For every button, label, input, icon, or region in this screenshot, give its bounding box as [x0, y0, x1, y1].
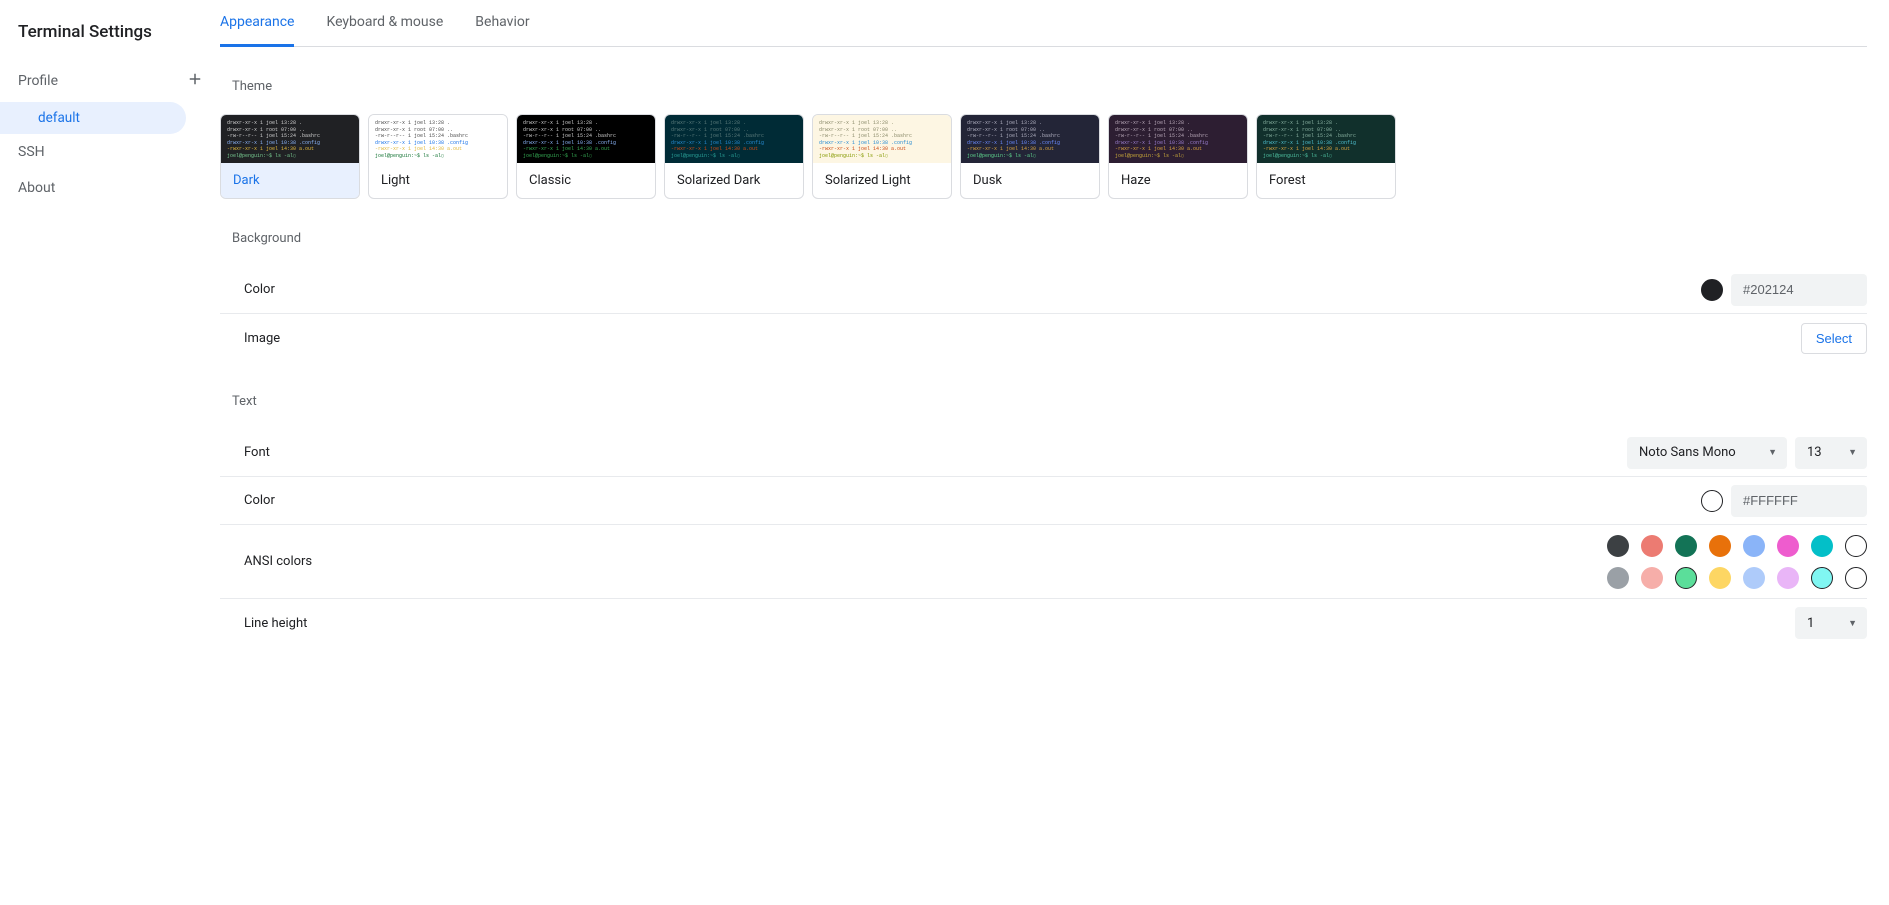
ansi-color-swatch[interactable]	[1607, 567, 1629, 589]
text-settings: Font Noto Sans Mono ▼ 13 ▼ Color	[220, 429, 1867, 647]
ansi-color-swatch[interactable]	[1845, 567, 1867, 589]
tab-keyboard-mouse[interactable]: Keyboard & mouse	[326, 14, 443, 47]
theme-card-dark[interactable]: drwxr-xr-x 1 joel 13:28 .drwxr-xr-x 1 ro…	[220, 114, 360, 199]
chevron-down-icon: ▼	[1848, 447, 1857, 458]
ansi-color-grid	[1607, 535, 1867, 589]
ansi-color-swatch[interactable]	[1777, 567, 1799, 589]
ansi-color-swatch[interactable]	[1743, 567, 1765, 589]
select-value: Noto Sans Mono	[1639, 445, 1736, 460]
row-background-image: Image Select	[220, 314, 1867, 362]
theme-preview: drwxr-xr-x 1 joel 13:28 .drwxr-xr-x 1 ro…	[665, 115, 803, 163]
ansi-color-swatch[interactable]	[1709, 567, 1731, 589]
theme-preview: drwxr-xr-x 1 joel 13:28 .drwxr-xr-x 1 ro…	[1257, 115, 1395, 163]
theme-card-dusk[interactable]: drwxr-xr-x 1 joel 13:28 .drwxr-xr-x 1 ro…	[960, 114, 1100, 199]
theme-label: Classic	[517, 163, 655, 198]
row-background-color: Color	[220, 266, 1867, 314]
theme-label: Haze	[1109, 163, 1247, 198]
background-color-input[interactable]	[1731, 274, 1867, 306]
sidebar-item-label: Profile	[18, 73, 58, 89]
main-panel: Appearance Keyboard & mouse Behavior The…	[220, 0, 1889, 647]
sidebar-item-about[interactable]: About	[0, 170, 220, 206]
theme-label: Forest	[1257, 163, 1395, 198]
row-label: ANSI colors	[244, 554, 312, 569]
row-text-color: Color	[220, 477, 1867, 525]
theme-preview: drwxr-xr-x 1 joel 13:28 .drwxr-xr-x 1 ro…	[369, 115, 507, 163]
sidebar-item-label: About	[18, 180, 55, 196]
select-value: 13	[1807, 445, 1822, 460]
ansi-color-swatch[interactable]	[1607, 535, 1629, 557]
sidebar-item-label: SSH	[18, 144, 45, 160]
ansi-color-swatch[interactable]	[1675, 567, 1697, 589]
theme-card-forest[interactable]: drwxr-xr-x 1 joel 13:28 .drwxr-xr-x 1 ro…	[1256, 114, 1396, 199]
theme-grid: drwxr-xr-x 1 joel 13:28 .drwxr-xr-x 1 ro…	[220, 114, 1867, 199]
row-label: Color	[244, 493, 275, 508]
ansi-color-swatch[interactable]	[1641, 567, 1663, 589]
theme-label: Light	[369, 163, 507, 198]
row-ansi-colors: ANSI colors	[220, 525, 1867, 599]
row-label: Line height	[244, 616, 307, 631]
theme-card-classic[interactable]: drwxr-xr-x 1 joel 13:28 .drwxr-xr-x 1 ro…	[516, 114, 656, 199]
sidebar-subitem-default[interactable]: default	[0, 102, 186, 134]
background-settings: Color Image Select	[220, 266, 1867, 362]
tabs: Appearance Keyboard & mouse Behavior	[220, 0, 1867, 47]
section-title-text: Text	[232, 394, 1867, 409]
theme-preview: drwxr-xr-x 1 joel 13:28 .drwxr-xr-x 1 ro…	[813, 115, 951, 163]
chevron-down-icon: ▼	[1848, 618, 1857, 629]
ansi-color-swatch[interactable]	[1675, 535, 1697, 557]
plus-icon[interactable]	[186, 70, 204, 92]
background-color-swatch[interactable]	[1701, 279, 1723, 301]
sidebar-item-label: default	[38, 110, 80, 126]
ansi-row	[1607, 567, 1867, 589]
theme-preview: drwxr-xr-x 1 joel 13:28 .drwxr-xr-x 1 ro…	[517, 115, 655, 163]
row-label: Font	[244, 445, 270, 460]
tab-behavior[interactable]: Behavior	[475, 14, 529, 47]
ansi-color-swatch[interactable]	[1709, 535, 1731, 557]
font-family-select[interactable]: Noto Sans Mono ▼	[1627, 437, 1787, 469]
text-color-input[interactable]	[1731, 485, 1867, 517]
sidebar-item-ssh[interactable]: SSH	[0, 134, 220, 170]
ansi-row	[1607, 535, 1867, 557]
ansi-color-swatch[interactable]	[1811, 535, 1833, 557]
select-image-button[interactable]: Select	[1801, 323, 1867, 354]
ansi-color-swatch[interactable]	[1845, 535, 1867, 557]
row-font: Font Noto Sans Mono ▼ 13 ▼	[220, 429, 1867, 477]
select-value: 1	[1807, 616, 1814, 631]
theme-label: Dusk	[961, 163, 1099, 198]
row-label: Image	[244, 331, 280, 346]
ansi-color-swatch[interactable]	[1811, 567, 1833, 589]
theme-preview: drwxr-xr-x 1 joel 13:28 .drwxr-xr-x 1 ro…	[961, 115, 1099, 163]
tab-appearance[interactable]: Appearance	[220, 14, 294, 47]
theme-card-solarized-light[interactable]: drwxr-xr-x 1 joel 13:28 .drwxr-xr-x 1 ro…	[812, 114, 952, 199]
theme-card-light[interactable]: drwxr-xr-x 1 joel 13:28 .drwxr-xr-x 1 ro…	[368, 114, 508, 199]
font-size-select[interactable]: 13 ▼	[1795, 437, 1867, 469]
section-title-background: Background	[232, 231, 1867, 246]
ansi-color-swatch[interactable]	[1743, 535, 1765, 557]
line-height-select[interactable]: 1 ▼	[1795, 607, 1867, 639]
ansi-color-swatch[interactable]	[1777, 535, 1799, 557]
theme-preview: drwxr-xr-x 1 joel 13:28 .drwxr-xr-x 1 ro…	[221, 115, 359, 163]
text-color-swatch[interactable]	[1701, 490, 1723, 512]
row-line-height: Line height 1 ▼	[220, 599, 1867, 647]
theme-label: Solarized Light	[813, 163, 951, 198]
theme-card-haze[interactable]: drwxr-xr-x 1 joel 13:28 .drwxr-xr-x 1 ro…	[1108, 114, 1248, 199]
ansi-color-swatch[interactable]	[1641, 535, 1663, 557]
row-label: Color	[244, 282, 275, 297]
sidebar-item-profile[interactable]: Profile	[0, 60, 220, 102]
theme-label: Solarized Dark	[665, 163, 803, 198]
chevron-down-icon: ▼	[1768, 447, 1777, 458]
section-title-theme: Theme	[232, 79, 1867, 94]
theme-label: Dark	[221, 163, 359, 198]
app-title: Terminal Settings	[0, 16, 220, 60]
sidebar: Terminal Settings Profile default SSH Ab…	[0, 0, 220, 647]
theme-preview: drwxr-xr-x 1 joel 13:28 .drwxr-xr-x 1 ro…	[1109, 115, 1247, 163]
theme-card-solarized-dark[interactable]: drwxr-xr-x 1 joel 13:28 .drwxr-xr-x 1 ro…	[664, 114, 804, 199]
